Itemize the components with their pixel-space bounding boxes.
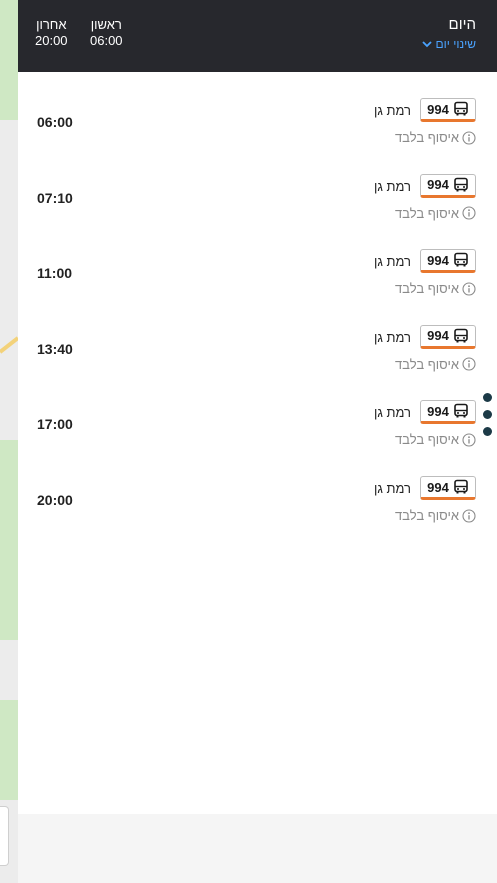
departure-time: 11:00	[37, 265, 73, 282]
destination: רמת גן	[374, 405, 411, 421]
map-zoom-control[interactable]	[0, 806, 9, 866]
info-icon[interactable]	[462, 282, 476, 296]
line-badge[interactable]: 994	[420, 98, 476, 122]
line-number: 994	[427, 328, 449, 344]
line-number: 994	[427, 479, 449, 495]
line-badge[interactable]: 994	[420, 324, 476, 349]
bus-icon	[454, 177, 468, 192]
destination: רמת גן	[374, 103, 411, 118]
destination: רמת גן	[374, 254, 411, 270]
pickup-note-label: איסוף בלבד	[394, 356, 459, 372]
line-badge[interactable]: 994	[420, 400, 476, 425]
departure-time: 13:40	[37, 340, 73, 357]
last-departure: אחרון 20:00	[35, 17, 68, 49]
departure-time: 20:00	[37, 492, 73, 508]
pickup-note-label: איסוף בלבד	[394, 281, 459, 297]
info-icon[interactable]	[462, 433, 476, 447]
info-icon[interactable]	[462, 357, 476, 371]
destination: רמת גן	[374, 329, 411, 345]
bus-icon	[454, 252, 468, 267]
last-label: אחרון	[36, 17, 67, 32]
line-number: 994	[427, 101, 449, 117]
pickup-note: איסוף בלבד	[395, 281, 476, 296]
bus-icon	[454, 101, 468, 116]
destination: רמת גן	[374, 481, 411, 496]
line-number: 994	[427, 403, 449, 419]
map-road	[0, 336, 18, 354]
departure-time: 07:10	[37, 189, 73, 206]
pickup-note: איסוף בלבד	[395, 357, 476, 372]
first-time: 06:00	[90, 33, 123, 48]
pickup-note: איסוף בלבד	[395, 206, 476, 221]
departure-row[interactable]: 994 רמת גן איסוף בלבד 07:10	[18, 160, 497, 230]
change-day-label: שינוי יום	[435, 37, 477, 51]
bus-icon	[454, 328, 468, 343]
panel-footer	[18, 814, 497, 883]
info-icon[interactable]	[462, 206, 476, 220]
line-badge[interactable]: 994	[420, 476, 476, 500]
map-park-area	[0, 0, 18, 120]
line-badge[interactable]: 994	[420, 173, 476, 198]
info-icon[interactable]	[462, 508, 476, 523]
chevron-down-icon	[421, 40, 432, 47]
pickup-note-label: איסוף בלבד	[394, 130, 459, 145]
destination: רמת גן	[374, 178, 411, 194]
departure-row[interactable]: 994 רמת גן איסוף בלבד 11:00	[18, 235, 497, 305]
first-departure: ראשון 06:00	[90, 17, 123, 49]
bus-icon	[454, 479, 468, 494]
pickup-note: איסוף בלבד	[395, 130, 476, 145]
map-background[interactable]	[0, 0, 18, 883]
schedule-panel: היום שינוי יום ראשון 06:00 אחרון 20:00 9…	[18, 0, 497, 883]
map-park-area	[0, 700, 18, 800]
map-park-area	[0, 440, 18, 640]
day-title: היום	[448, 16, 476, 33]
departure-time: 17:00	[37, 416, 73, 433]
last-time: 20:00	[35, 33, 68, 48]
first-label: ראשון	[90, 17, 122, 32]
pickup-note-label: איסוף בלבד	[394, 432, 459, 448]
line-badge[interactable]: 994	[420, 249, 476, 274]
pickup-note: איסוף בלבד	[395, 508, 476, 523]
departure-row[interactable]: 994 רמת גן איסוף בלבד 06:00	[18, 84, 497, 154]
info-icon[interactable]	[462, 130, 476, 145]
change-day-button[interactable]: שינוי יום	[421, 37, 477, 51]
departure-row[interactable]: 994 רמת גן איסוף בלבד 13:40	[18, 311, 497, 381]
line-number: 994	[427, 177, 449, 193]
more-options-icon[interactable]	[483, 393, 493, 444]
schedule-header: היום שינוי יום ראשון 06:00 אחרון 20:00	[18, 0, 497, 72]
pickup-note: איסוף בלבד	[395, 432, 476, 447]
departure-row[interactable]: 994 רמת גן איסוף בלבד 20:00	[18, 462, 497, 532]
departure-row[interactable]: 994 רמת גן איסוף בלבד 17:00	[18, 386, 497, 456]
line-number: 994	[427, 252, 449, 268]
departure-time: 06:00	[37, 114, 73, 130]
pickup-note-label: איסוף בלבד	[394, 508, 459, 523]
bus-icon	[454, 404, 468, 418]
pickup-note-label: איסוף בלבד	[394, 205, 459, 221]
